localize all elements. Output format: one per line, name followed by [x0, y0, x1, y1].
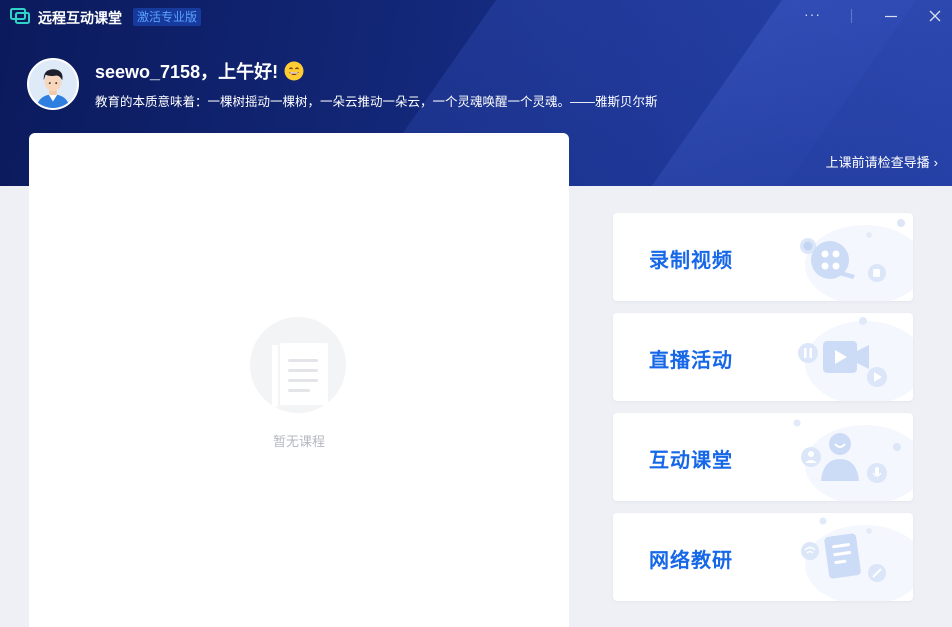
grinning-face-icon	[284, 61, 304, 81]
card-label: 网络教研	[649, 550, 733, 572]
course-list-panel: 暂无课程	[29, 133, 569, 627]
check-director-link[interactable]: 上课前请检查导播 ›	[826, 152, 938, 171]
minimize-icon[interactable]	[880, 6, 902, 26]
app-title: 远程互动课堂	[38, 10, 122, 26]
document-icon	[801, 517, 913, 601]
chevron-right-icon: ›	[933, 155, 938, 170]
more-menu-button[interactable]: ···	[804, 6, 826, 26]
interactive-classroom-card[interactable]: 互动课堂	[613, 413, 913, 501]
activate-pro-badge[interactable]: 激活专业版	[133, 8, 202, 26]
record-video-card[interactable]: 录制视频	[613, 213, 913, 301]
greeting-heading: seewo_7158，上午好!	[95, 58, 304, 84]
close-icon[interactable]	[924, 6, 946, 26]
user-chat-icon	[793, 419, 913, 501]
greeting-text: seewo_7158，上午好!	[95, 62, 279, 82]
app-logo-icon	[10, 8, 30, 24]
avatar[interactable]	[27, 58, 79, 110]
video-camera-icon	[798, 317, 913, 401]
avatar-illustration-icon	[29, 60, 77, 108]
network-research-card[interactable]: 网络教研	[613, 513, 913, 601]
live-event-card[interactable]: 直播活动	[613, 313, 913, 401]
empty-courses-text: 暂无课程	[272, 434, 325, 449]
check-director-label: 上课前请检查导播	[825, 155, 930, 170]
motto-quote: 教育的本质意味着：一棵树摇动一棵树，一朵云推动一朵云，一个灵魂唤醒一个灵魂。——…	[95, 95, 658, 109]
card-label: 互动课堂	[649, 450, 733, 472]
title-bar[interactable]: 远程互动课堂 激活专业版 ···	[0, 0, 952, 32]
titlebar-divider	[851, 9, 852, 23]
film-reel-icon	[800, 219, 913, 301]
card-label: 直播活动	[649, 350, 733, 372]
card-label: 录制视频	[649, 250, 733, 272]
empty-courses-icon	[250, 317, 346, 413]
